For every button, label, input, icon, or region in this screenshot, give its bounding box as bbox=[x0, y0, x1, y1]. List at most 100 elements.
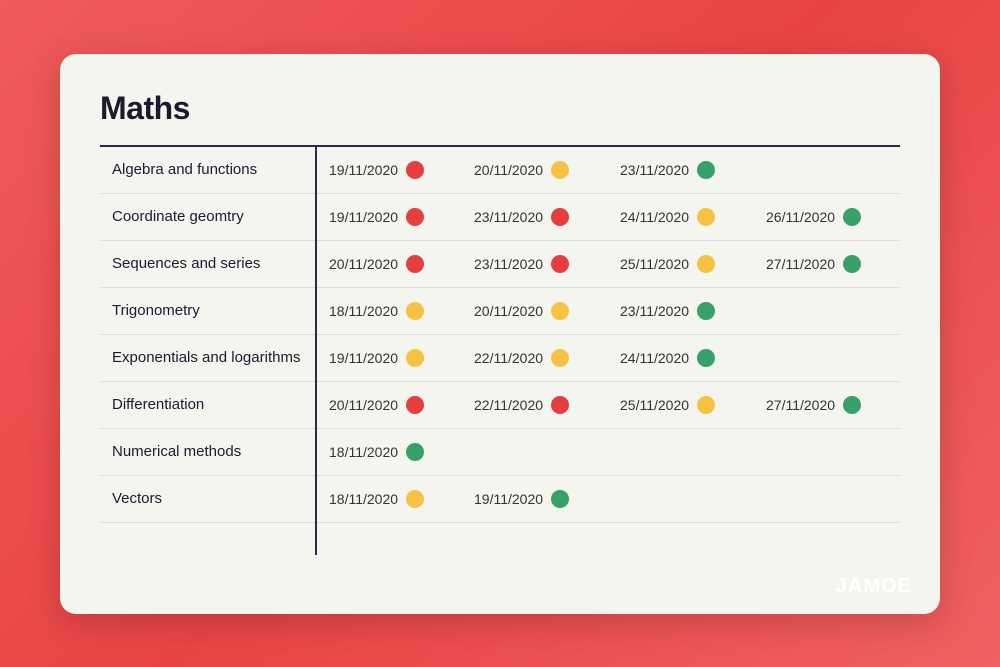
date-cell: 23/11/2020 bbox=[462, 240, 608, 287]
cell-content: 27/11/2020 bbox=[766, 255, 888, 273]
cell-content: 23/11/2020 bbox=[620, 161, 742, 179]
date-text: 26/11/2020 bbox=[766, 209, 835, 225]
red-dot bbox=[551, 396, 569, 414]
topic-cell: Numerical methods bbox=[100, 428, 316, 475]
green-dot bbox=[551, 490, 569, 508]
yellow-dot bbox=[697, 396, 715, 414]
date-cell: 18/11/2020 bbox=[316, 428, 462, 475]
date-text: 24/11/2020 bbox=[620, 350, 689, 366]
table-row: Algebra and functions19/11/202020/11/202… bbox=[100, 147, 900, 194]
date-text: 19/11/2020 bbox=[329, 350, 398, 366]
date-text: 22/11/2020 bbox=[474, 397, 543, 413]
green-dot bbox=[843, 396, 861, 414]
date-cell: 20/11/2020 bbox=[462, 147, 608, 194]
cell-content: 23/11/2020 bbox=[620, 302, 742, 320]
date-text: 20/11/2020 bbox=[474, 303, 543, 319]
date-text: 24/11/2020 bbox=[620, 209, 689, 225]
date-cell bbox=[608, 428, 754, 475]
date-cell: 18/11/2020 bbox=[316, 287, 462, 334]
date-cell: 26/11/2020 bbox=[754, 193, 900, 240]
date-cell bbox=[754, 475, 900, 522]
date-cell: 24/11/2020 bbox=[608, 334, 754, 381]
cell-content: 26/11/2020 bbox=[766, 208, 888, 226]
date-text: 23/11/2020 bbox=[620, 303, 689, 319]
topic-cell: Exponentials and logarithms bbox=[100, 334, 316, 381]
green-dot bbox=[697, 161, 715, 179]
date-text: 20/11/2020 bbox=[474, 162, 543, 178]
date-cell: 27/11/2020 bbox=[754, 381, 900, 428]
cell-content: 25/11/2020 bbox=[620, 396, 742, 414]
date-text: 19/11/2020 bbox=[329, 162, 398, 178]
date-text: 19/11/2020 bbox=[329, 209, 398, 225]
date-cell: 19/11/2020 bbox=[316, 147, 462, 194]
cell-content: 19/11/2020 bbox=[329, 161, 450, 179]
date-text: 22/11/2020 bbox=[474, 350, 543, 366]
cell-content: 24/11/2020 bbox=[620, 208, 742, 226]
date-text: 18/11/2020 bbox=[329, 303, 398, 319]
cell-content: 18/11/2020 bbox=[329, 490, 450, 508]
empty-row bbox=[100, 522, 900, 555]
date-text: 20/11/2020 bbox=[329, 256, 398, 272]
cell-content: 20/11/2020 bbox=[329, 255, 450, 273]
topic-cell: Coordinate geomtry bbox=[100, 193, 316, 240]
cell-content: 18/11/2020 bbox=[329, 302, 450, 320]
date-text: 18/11/2020 bbox=[329, 444, 398, 460]
date-cell: 20/11/2020 bbox=[316, 240, 462, 287]
green-dot bbox=[843, 208, 861, 226]
date-text: 18/11/2020 bbox=[329, 491, 398, 507]
yellow-dot bbox=[406, 302, 424, 320]
date-cell: 22/11/2020 bbox=[462, 381, 608, 428]
cell-content: 18/11/2020 bbox=[329, 443, 450, 461]
date-text: 25/11/2020 bbox=[620, 256, 689, 272]
date-cell bbox=[754, 428, 900, 475]
date-cell: 19/11/2020 bbox=[316, 334, 462, 381]
date-cell: 22/11/2020 bbox=[462, 334, 608, 381]
cell-content: 22/11/2020 bbox=[474, 396, 596, 414]
green-dot bbox=[697, 302, 715, 320]
cell-content: 27/11/2020 bbox=[766, 396, 888, 414]
date-text: 25/11/2020 bbox=[620, 397, 689, 413]
date-cell: 25/11/2020 bbox=[608, 381, 754, 428]
cell-content: 20/11/2020 bbox=[329, 396, 450, 414]
yellow-dot bbox=[551, 161, 569, 179]
yellow-dot bbox=[406, 490, 424, 508]
date-cell: 20/11/2020 bbox=[462, 287, 608, 334]
table-row: Trigonometry 18/11/2020 20/11/2020 23/11/20… bbox=[100, 287, 900, 334]
yellow-dot bbox=[406, 349, 424, 367]
main-card: Maths Algebra and functions19/11/202020/… bbox=[60, 54, 940, 614]
yellow-dot bbox=[697, 208, 715, 226]
cell-content: 25/11/2020 bbox=[620, 255, 742, 273]
red-dot bbox=[406, 396, 424, 414]
date-cell: 20/11/2020 bbox=[316, 381, 462, 428]
red-dot bbox=[551, 255, 569, 273]
cell-content: 20/11/2020 bbox=[474, 161, 596, 179]
date-text: 27/11/2020 bbox=[766, 256, 835, 272]
date-text: 19/11/2020 bbox=[474, 491, 543, 507]
green-dot bbox=[406, 443, 424, 461]
cell-content: 24/11/2020 bbox=[620, 349, 742, 367]
red-dot bbox=[406, 161, 424, 179]
topic-cell: Differentiation bbox=[100, 381, 316, 428]
green-dot bbox=[843, 255, 861, 273]
table-row: Vectors18/11/202019/11/2020 bbox=[100, 475, 900, 522]
date-cell: 18/11/2020 bbox=[316, 475, 462, 522]
date-cell bbox=[754, 147, 900, 194]
date-cell: 23/11/2020 bbox=[462, 193, 608, 240]
date-cell bbox=[754, 334, 900, 381]
date-cell bbox=[608, 475, 754, 522]
brand-logo: JAMOE bbox=[836, 575, 912, 598]
red-dot bbox=[406, 208, 424, 226]
cell-content: 19/11/2020 bbox=[329, 208, 450, 226]
date-cell bbox=[462, 428, 608, 475]
date-cell: 23/11/2020 bbox=[608, 147, 754, 194]
date-text: 23/11/2020 bbox=[474, 209, 543, 225]
yellow-dot bbox=[551, 349, 569, 367]
date-text: 20/11/2020 bbox=[329, 397, 398, 413]
date-cell: 23/11/2020 bbox=[608, 287, 754, 334]
date-text: 27/11/2020 bbox=[766, 397, 835, 413]
date-text: 23/11/2020 bbox=[620, 162, 689, 178]
red-dot bbox=[406, 255, 424, 273]
green-dot bbox=[697, 349, 715, 367]
cell-content: 19/11/2020 bbox=[329, 349, 450, 367]
topic-cell: Trigonometry bbox=[100, 287, 316, 334]
